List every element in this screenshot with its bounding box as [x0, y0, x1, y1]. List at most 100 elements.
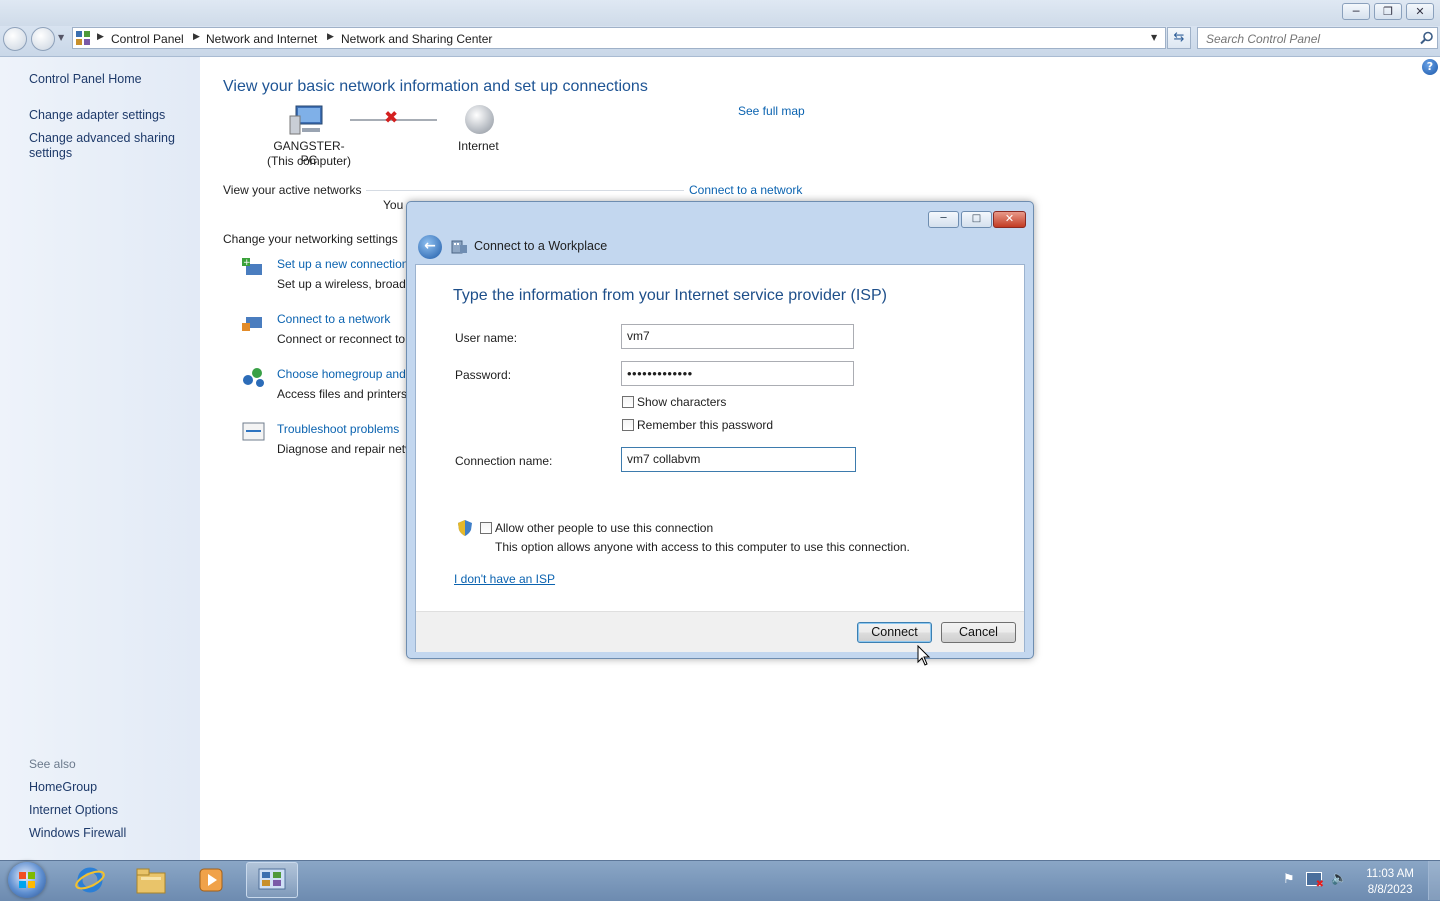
page-heading: View your basic network information and …	[223, 78, 648, 95]
dialog-maximize-button[interactable]: □	[961, 211, 992, 228]
new-connection-icon: +	[242, 258, 262, 275]
connect-to-network-task-link[interactable]: Connect to a network	[277, 312, 390, 326]
set-up-new-connection-desc: Set up a wireless, broadb	[277, 277, 413, 291]
clock-date: 8/8/2023	[1367, 884, 1413, 896]
workplace-icon	[451, 240, 467, 254]
connection-name-label: Connection name:	[455, 454, 553, 468]
connect-to-network-link[interactable]: Connect to a network	[689, 183, 802, 197]
breadcrumb-network-sharing[interactable]: Network and Sharing Center	[341, 32, 492, 46]
connect-workplace-dialog: ─ □ ✕ ← Connect to a Workplace Type the …	[406, 201, 1034, 659]
connect-to-network-desc: Connect or reconnect to	[277, 332, 406, 346]
connection-name-field[interactable]: vm7 collabvm	[621, 447, 856, 472]
recent-pages-dropdown[interactable]: ▼	[58, 33, 64, 42]
globe-icon	[465, 105, 494, 134]
change-advanced-sharing-link[interactable]: Change advanced sharing settings	[29, 131, 179, 161]
connect-button[interactable]: Connect	[857, 622, 932, 643]
taskbar-media-player[interactable]	[185, 862, 237, 898]
help-button[interactable]: ?	[1422, 59, 1438, 75]
window-titlebar	[0, 0, 1440, 26]
dialog-back-button[interactable]: ←	[418, 235, 442, 259]
dialog-close-button[interactable]: ✕	[993, 211, 1026, 228]
computer-icon	[289, 105, 323, 135]
homegroup-icon	[243, 368, 264, 387]
left-navigation-pane	[0, 57, 200, 860]
active-networks-heading: View your active networks	[223, 183, 362, 197]
uac-shield-icon	[458, 520, 472, 536]
mouse-cursor-icon	[917, 645, 931, 666]
search-icon[interactable]	[1420, 31, 1434, 45]
breadcrumb-separator[interactable]: ▶	[327, 32, 334, 42]
breadcrumb-separator: ▶	[97, 32, 104, 42]
choose-homegroup-desc: Access files and printers	[277, 387, 408, 401]
breadcrumb-control-panel[interactable]: Control Panel	[111, 32, 184, 46]
back-button[interactable]	[3, 27, 27, 51]
allow-others-checkbox[interactable]	[480, 522, 492, 534]
svg-text:+: +	[243, 258, 251, 268]
dialog-footer: Connect Cancel	[416, 611, 1024, 652]
dialog-title: Connect to a Workplace	[474, 239, 608, 253]
search-box[interactable]	[1197, 27, 1438, 49]
breadcrumb-network-internet[interactable]: Network and Internet	[206, 32, 317, 46]
show-characters-label[interactable]: Show characters	[637, 395, 726, 409]
network-status-icon[interactable]: ✖	[1306, 872, 1324, 890]
help-icon: ?	[1426, 60, 1434, 73]
action-center-flag-icon[interactable]: ⚑	[1283, 872, 1295, 887]
address-dropdown-icon[interactable]: ▼	[1151, 33, 1157, 42]
search-input[interactable]	[1204, 29, 1408, 49]
allow-others-description: This option allows anyone with access to…	[495, 540, 910, 554]
remember-password-checkbox[interactable]	[622, 419, 634, 431]
troubleshoot-problems-desc: Diagnose and repair netv	[277, 442, 412, 456]
cancel-button[interactable]: Cancel	[941, 622, 1016, 643]
refresh-button[interactable]: ⇆	[1167, 27, 1191, 49]
dialog-heading: Type the information from your Internet …	[453, 287, 887, 304]
homegroup-link[interactable]: HomeGroup	[29, 780, 97, 795]
see-also-heading: See also	[29, 757, 76, 771]
internet-options-link[interactable]: Internet Options	[29, 803, 118, 818]
disconnected-x-icon[interactable]: ✖	[384, 108, 398, 128]
minimize-icon: ─	[1352, 5, 1360, 18]
volume-muted-icon[interactable]: 🔈	[1331, 871, 1347, 886]
username-value: vm7	[627, 329, 650, 343]
password-field[interactable]: •••••••••••••	[621, 361, 854, 386]
control-panel-home-link[interactable]: Control Panel Home	[29, 72, 142, 87]
folder-icon	[136, 868, 166, 894]
username-field[interactable]: vm7	[621, 324, 854, 349]
taskbar-control-panel[interactable]	[246, 862, 298, 898]
control-panel-icon	[258, 868, 286, 890]
choose-homegroup-link[interactable]: Choose homegroup and	[277, 367, 406, 381]
allow-others-label[interactable]: Allow other people to use this connectio…	[495, 521, 713, 535]
minimize-icon: ─	[940, 213, 947, 224]
connect-network-icon	[242, 317, 262, 331]
address-bar[interactable]: ▶ Control Panel ▶ Network and Internet ▶…	[72, 27, 1166, 49]
windows-logo-icon	[19, 872, 35, 888]
section-divider	[366, 190, 684, 191]
taskbar-internet-explorer[interactable]	[64, 862, 116, 898]
dialog-minimize-button[interactable]: ─	[928, 211, 959, 228]
refresh-icon: ⇆	[1173, 30, 1185, 45]
troubleshoot-problems-link[interactable]: Troubleshoot problems	[277, 422, 399, 436]
computer-sublabel: (This computer)	[266, 154, 352, 168]
start-button[interactable]	[8, 862, 46, 898]
remember-password-label[interactable]: Remember this password	[637, 418, 773, 432]
close-button[interactable]: ✕	[1406, 3, 1434, 20]
restore-button[interactable]: ❐	[1374, 3, 1402, 20]
breadcrumb-separator[interactable]: ▶	[193, 32, 200, 42]
show-desktop-button[interactable]	[1428, 861, 1440, 900]
network-error-icon: ✖	[1315, 879, 1324, 890]
taskbar-explorer[interactable]	[125, 862, 177, 898]
restore-icon: ❐	[1383, 5, 1393, 18]
show-characters-checkbox[interactable]	[622, 396, 634, 408]
system-clock[interactable]: 11:03 AM 8/8/2023	[1366, 866, 1414, 898]
internet-label: Internet	[458, 139, 499, 153]
change-settings-heading: Change your networking settings	[223, 232, 398, 246]
see-full-map-link[interactable]: See full map	[738, 104, 805, 118]
minimize-button[interactable]: ─	[1342, 3, 1370, 20]
set-up-new-connection-link[interactable]: Set up a new connection	[277, 257, 408, 271]
close-icon: ✕	[1415, 5, 1425, 18]
connection-name-value: vm7 collabvm	[627, 452, 701, 466]
change-adapter-settings-link[interactable]: Change adapter settings	[29, 108, 165, 123]
windows-firewall-link[interactable]: Windows Firewall	[29, 826, 126, 841]
forward-button[interactable]	[31, 27, 55, 51]
control-panel-icon	[76, 31, 90, 45]
no-isp-link[interactable]: I don't have an ISP	[454, 572, 555, 586]
